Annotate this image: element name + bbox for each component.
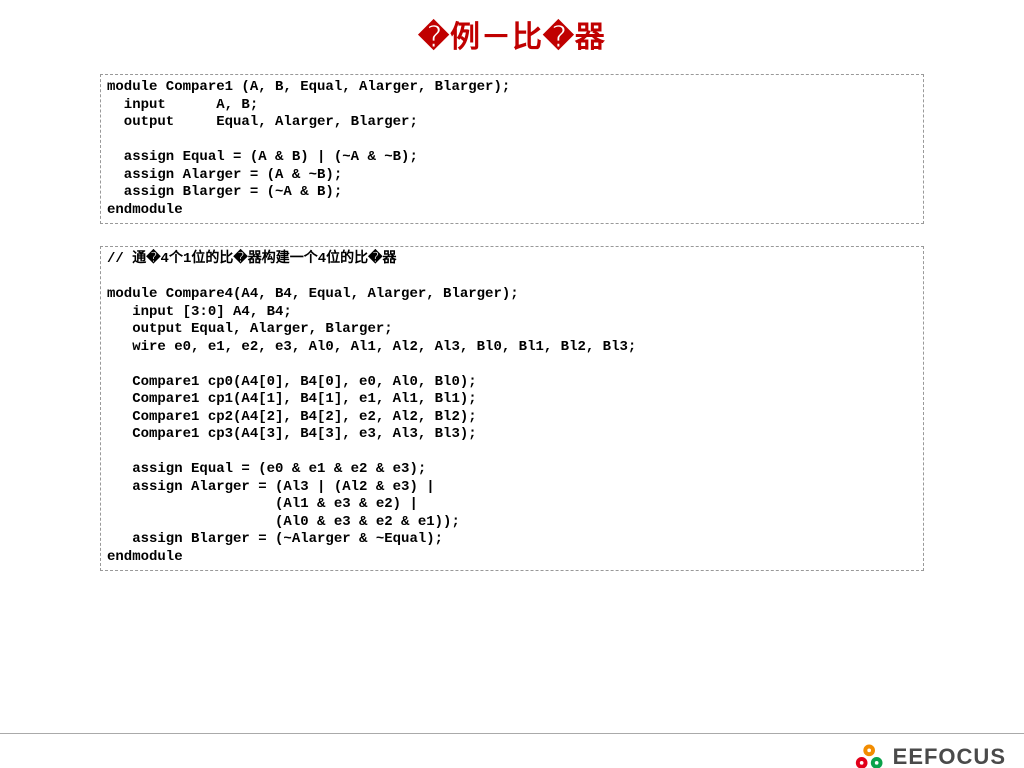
slide: �例－比�器 module Compare1 (A, B, Equal, Ala… [0,12,1024,768]
footer-brand-text: EEFOCUS [893,744,1006,768]
footer-logo: EEFOCUS [853,742,1006,768]
footer-divider [0,733,1024,734]
eefocus-icon [853,742,887,768]
page-title: �例－比�器 [0,12,1024,56]
code-block-compare1: module Compare1 (A, B, Equal, Alarger, B… [100,74,924,224]
code-block-compare4: // 通�4个1位的比�器构建一个4位的比�器 module Compare4(… [100,246,924,571]
